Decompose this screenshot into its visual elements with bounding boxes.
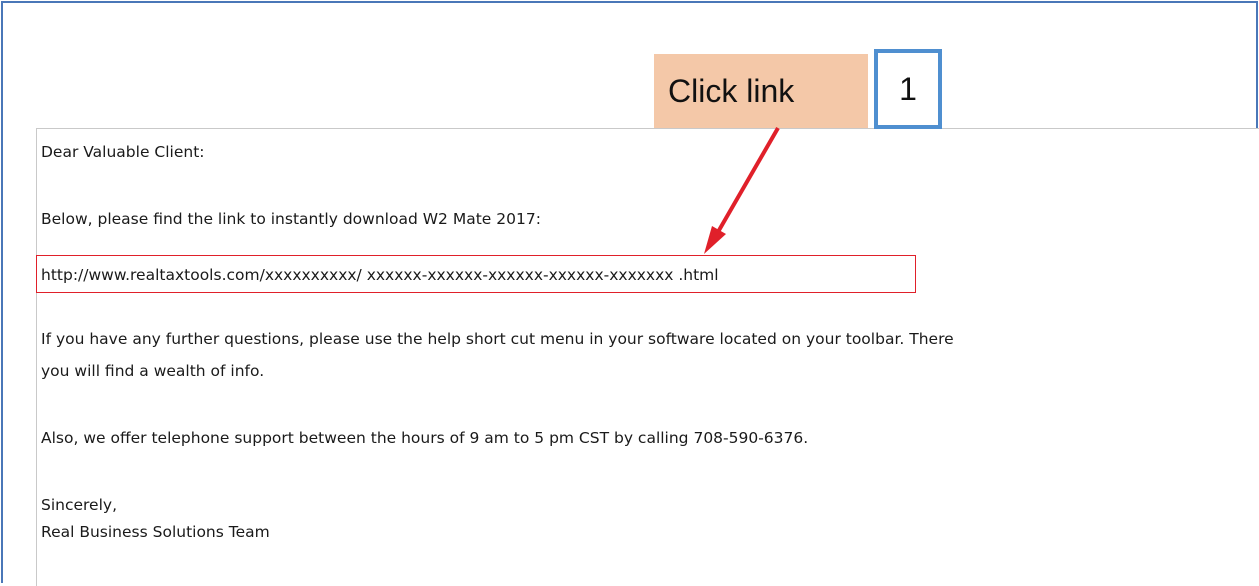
callout-label: Click link bbox=[654, 54, 868, 128]
email-support-paragraph: Also, we offer telephone support between… bbox=[41, 429, 809, 447]
email-body bbox=[36, 128, 1259, 586]
email-signature: Real Business Solutions Team bbox=[41, 523, 270, 541]
email-closing: Sincerely, bbox=[41, 496, 118, 514]
download-link[interactable]: http://www.realtaxtools.com/xxxxxxxxxx/ … bbox=[41, 266, 719, 284]
email-intro: Below, please find the link to instantly… bbox=[41, 210, 541, 228]
step-number-badge: 1 bbox=[874, 49, 942, 129]
email-greeting: Dear Valuable Client: bbox=[41, 143, 205, 161]
email-help-paragraph-line2: you will find a wealth of info. bbox=[41, 362, 265, 380]
email-help-paragraph-line1: If you have any further questions, pleas… bbox=[41, 330, 954, 348]
